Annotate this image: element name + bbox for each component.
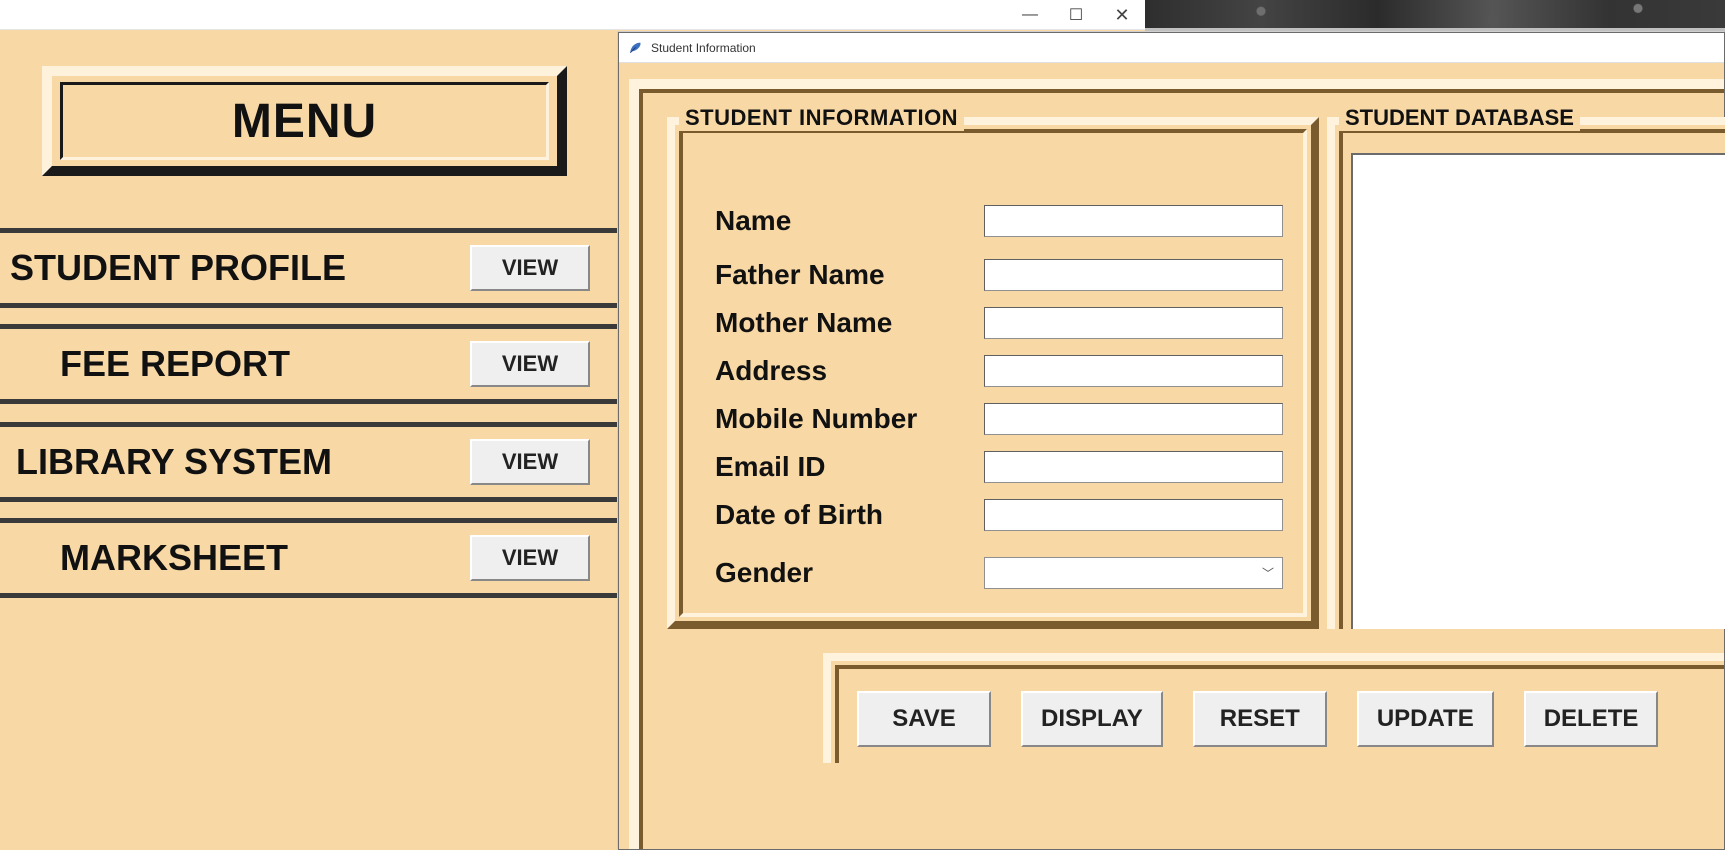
menu-row-marksheet: MARKSHEET VIEW — [0, 518, 620, 598]
row-father-name: Father Name — [715, 251, 1283, 299]
student-database-fieldset-inner — [1339, 129, 1725, 629]
child-window-titlebar[interactable]: Student Information — [619, 33, 1724, 63]
label-gender: Gender — [715, 557, 984, 589]
row-address: Address — [715, 347, 1283, 395]
label-name: Name — [715, 205, 984, 237]
label-father-name: Father Name — [715, 259, 984, 291]
reset-button[interactable]: RESET — [1193, 691, 1327, 747]
row-email: Email ID — [715, 443, 1283, 491]
action-button-bar: SAVE DISPLAY RESET UPDATE DELETE — [823, 653, 1724, 763]
student-database-fieldset — [1327, 117, 1725, 629]
label-dob: Date of Birth — [715, 499, 984, 531]
menu-title-frame: MENU — [42, 66, 567, 176]
minimize-icon: — — [1022, 6, 1038, 24]
display-button[interactable]: DISPLAY — [1021, 691, 1163, 747]
input-email[interactable] — [984, 451, 1283, 483]
label-mobile: Mobile Number — [715, 403, 984, 435]
view-button-student-profile[interactable]: VIEW — [470, 245, 590, 291]
row-name: Name — [715, 197, 1283, 245]
menu-label-student-profile: STUDENT PROFILE — [10, 247, 346, 289]
update-button[interactable]: UPDATE — [1357, 691, 1494, 747]
row-mobile: Mobile Number — [715, 395, 1283, 443]
row-dob: Date of Birth — [715, 491, 1283, 539]
menu-title-inner: MENU — [60, 82, 549, 160]
select-gender[interactable]: ﹀ — [984, 557, 1283, 589]
main-window-titlebar: — ☐ ✕ — [0, 0, 1145, 30]
row-mother-name: Mother Name — [715, 299, 1283, 347]
maximize-icon: ☐ — [1069, 5, 1083, 25]
menu-label-fee-report: FEE REPORT — [10, 343, 290, 385]
input-address[interactable] — [984, 355, 1283, 387]
student-information-window: Student Information STUDENT INFORMATION … — [618, 32, 1725, 850]
menu-row-library-system: LIBRARY SYSTEM VIEW — [0, 422, 620, 502]
student-database-listbox[interactable] — [1351, 153, 1725, 629]
view-button-library-system[interactable]: VIEW — [470, 439, 590, 485]
close-button[interactable]: ✕ — [1099, 0, 1145, 30]
maximize-button[interactable]: ☐ — [1053, 0, 1099, 30]
menu-row-student-profile: STUDENT PROFILE VIEW — [0, 228, 620, 308]
view-button-marksheet[interactable]: VIEW — [470, 535, 590, 581]
menu-label-library-system: LIBRARY SYSTEM — [10, 441, 332, 483]
student-form-grid: Name Father Name Mother Name Add — [715, 187, 1283, 603]
feather-icon — [627, 40, 643, 56]
menu-row-fee-report: FEE REPORT VIEW — [0, 324, 620, 404]
input-father-name[interactable] — [984, 259, 1283, 291]
child-outer-frame: STUDENT INFORMATION Name Father Name — [629, 79, 1724, 849]
close-icon: ✕ — [1114, 5, 1129, 26]
chevron-down-icon: ﹀ — [1262, 565, 1274, 582]
input-mother-name[interactable] — [984, 307, 1283, 339]
student-information-legend: STUDENT INFORMATION — [679, 105, 964, 131]
input-mobile[interactable] — [984, 403, 1283, 435]
input-dob[interactable] — [984, 499, 1283, 531]
input-name[interactable] — [984, 205, 1283, 237]
desktop-background-strip — [1145, 0, 1725, 28]
view-button-fee-report[interactable]: VIEW — [470, 341, 590, 387]
student-information-fieldset: Name Father Name Mother Name Add — [667, 117, 1319, 629]
minimize-button[interactable]: — — [1007, 0, 1053, 30]
label-mother-name: Mother Name — [715, 307, 984, 339]
label-email: Email ID — [715, 451, 984, 483]
action-button-bar-inner: SAVE DISPLAY RESET UPDATE DELETE — [835, 665, 1724, 763]
child-window-title: Student Information — [651, 41, 756, 55]
menu-label-marksheet: MARKSHEET — [10, 537, 288, 579]
row-gender: Gender ﹀ — [715, 549, 1283, 597]
label-address: Address — [715, 355, 984, 387]
menu-title: MENU — [232, 94, 377, 149]
delete-button[interactable]: DELETE — [1524, 691, 1659, 747]
student-information-fieldset-inner: Name Father Name Mother Name Add — [679, 129, 1307, 617]
save-button[interactable]: SAVE — [857, 691, 991, 747]
child-outer-inner-edge: STUDENT INFORMATION Name Father Name — [639, 89, 1724, 849]
student-database-legend: STUDENT DATABASE — [1339, 105, 1580, 131]
